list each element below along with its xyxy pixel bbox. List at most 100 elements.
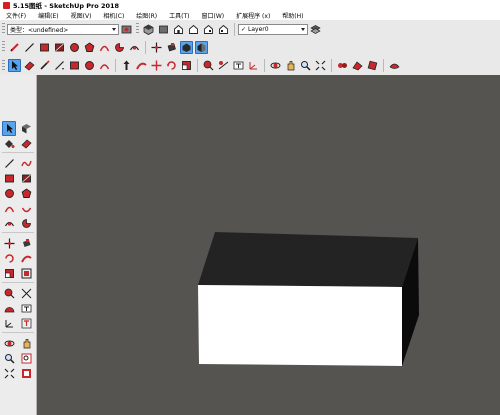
style-select[interactable]: 类型：<undefined> <box>7 23 119 35</box>
shaded-icon[interactable] <box>195 40 208 54</box>
chevron-down-icon <box>301 27 305 31</box>
menu-camera[interactable]: 相机(C) <box>97 11 130 20</box>
arc-icon[interactable] <box>2 201 16 216</box>
protractor-icon[interactable] <box>2 301 16 316</box>
rectangle-icon[interactable] <box>2 171 16 186</box>
menu-window[interactable]: 窗口(W) <box>196 11 231 20</box>
select-icon[interactable] <box>2 121 16 136</box>
move-icon[interactable] <box>2 236 16 251</box>
circle-tool-icon[interactable] <box>83 59 96 72</box>
scale-icon[interactable] <box>180 59 193 72</box>
line-tool-icon[interactable] <box>53 59 66 72</box>
left-view-icon[interactable] <box>217 23 230 36</box>
zoom-icon[interactable] <box>299 59 312 72</box>
arc2-icon[interactable] <box>19 201 33 216</box>
3d-text-icon[interactable] <box>19 316 33 331</box>
zoom-extents-icon[interactable] <box>2 366 16 381</box>
right-view-icon[interactable] <box>187 23 200 36</box>
zoom-window-icon[interactable] <box>19 351 33 366</box>
arc-tool-icon[interactable] <box>98 59 111 72</box>
arc3-icon[interactable] <box>128 41 141 54</box>
line-icon[interactable] <box>2 156 16 171</box>
menu-view[interactable]: 视图(V) <box>65 11 98 20</box>
layers-manager-icon[interactable] <box>309 23 322 36</box>
pan-icon[interactable] <box>19 336 33 351</box>
move-icon[interactable] <box>150 41 163 54</box>
pan-icon[interactable] <box>284 59 297 72</box>
menu-file[interactable]: 文件(F) <box>0 11 32 20</box>
style-settings-icon[interactable] <box>120 23 133 36</box>
arc-icon[interactable] <box>98 41 111 54</box>
dimension-icon[interactable] <box>19 286 33 301</box>
axes-icon[interactable] <box>247 59 260 72</box>
arc3-icon[interactable] <box>2 216 16 231</box>
toolbar-grip[interactable] <box>2 59 5 72</box>
previous-view-icon[interactable] <box>19 366 33 381</box>
push-pull-icon[interactable] <box>165 41 178 54</box>
orbit-icon[interactable] <box>2 336 16 351</box>
rotated-rectangle-icon[interactable] <box>19 171 33 186</box>
add-location-icon[interactable] <box>388 59 401 72</box>
circle-icon[interactable] <box>2 186 16 201</box>
layer-check-icon: ✓ <box>241 25 247 33</box>
push-pull-icon[interactable] <box>19 236 33 251</box>
iso-view-icon[interactable] <box>142 23 155 36</box>
scale-icon[interactable] <box>2 266 16 281</box>
menu-edit[interactable]: 编辑(E) <box>32 11 64 20</box>
menu-draw[interactable]: 绘图(R) <box>130 11 163 20</box>
x-ray-icon[interactable] <box>180 40 193 54</box>
polygon-icon[interactable] <box>83 41 96 54</box>
warehouse-icon[interactable] <box>336 59 349 72</box>
circle-icon[interactable] <box>68 41 81 54</box>
paint-icon[interactable] <box>38 59 51 72</box>
rotate-icon[interactable] <box>2 251 16 266</box>
toolbar-grip[interactable] <box>136 23 139 35</box>
menu-tools[interactable]: 工具(T) <box>163 11 195 20</box>
axes-icon[interactable] <box>2 316 16 331</box>
tape-measure-icon[interactable] <box>202 59 215 72</box>
paint-bucket-icon[interactable] <box>2 136 16 151</box>
toolbar-separator <box>115 59 116 72</box>
offset-icon[interactable] <box>19 266 33 281</box>
rotated-rectangle-icon[interactable] <box>53 41 66 54</box>
zoom-icon[interactable] <box>2 351 16 366</box>
front-view-icon[interactable] <box>172 23 185 36</box>
pie-icon[interactable] <box>19 216 33 231</box>
toolbar-separator <box>383 59 384 72</box>
toolbar-grip[interactable] <box>2 23 5 35</box>
model-viewport[interactable] <box>37 75 500 415</box>
layout-icon[interactable] <box>366 59 379 72</box>
text-icon[interactable] <box>232 59 245 72</box>
menu-extensions[interactable]: 扩展程序 (x) <box>230 11 276 20</box>
rotate-tool-icon[interactable] <box>165 59 178 72</box>
layer-select[interactable]: ✓ Layer0 <box>238 23 308 35</box>
eraser-icon[interactable] <box>23 59 36 72</box>
freehand-icon[interactable] <box>19 156 33 171</box>
top-view-icon[interactable] <box>157 23 170 36</box>
menu-help[interactable]: 帮助(H) <box>276 11 309 20</box>
dimension-icon[interactable] <box>217 59 230 72</box>
eraser-icon[interactable] <box>19 136 33 151</box>
line-icon[interactable] <box>23 41 36 54</box>
push-pull-tool-icon[interactable] <box>120 59 133 72</box>
follow-me-icon[interactable] <box>135 59 148 72</box>
rectangle-icon[interactable] <box>38 41 51 54</box>
tape-measure-icon[interactable] <box>2 286 16 301</box>
move-tool-icon[interactable] <box>150 59 163 72</box>
back-view-icon[interactable] <box>202 23 215 36</box>
orbit-icon[interactable] <box>269 59 282 72</box>
rectangle-tool-icon[interactable] <box>68 59 81 72</box>
extension-icon[interactable] <box>351 59 364 72</box>
toolbar-grip[interactable] <box>2 41 5 53</box>
select-icon[interactable] <box>8 59 21 72</box>
text-icon[interactable] <box>19 301 33 316</box>
pencil-icon[interactable] <box>8 41 21 54</box>
polygon-icon[interactable] <box>19 186 33 201</box>
pie-icon[interactable] <box>113 41 126 54</box>
follow-me-icon[interactable] <box>19 251 33 266</box>
toolbar-row-2 <box>0 38 500 57</box>
component-icon[interactable] <box>19 121 33 136</box>
toolbar-separator <box>234 22 235 36</box>
window-title: 5.15图纸 - SketchUp Pro 2018 <box>13 2 120 10</box>
zoom-extents-icon[interactable] <box>314 59 327 72</box>
